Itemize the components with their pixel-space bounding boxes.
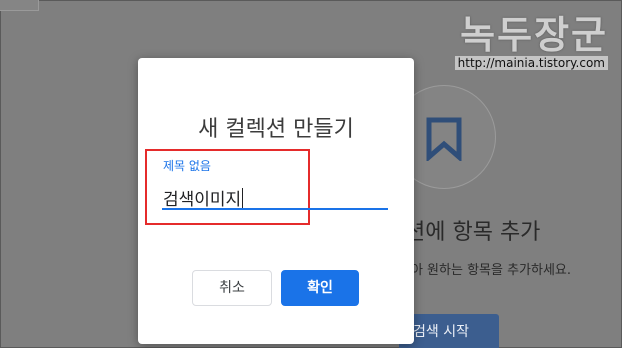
title-input-underline [162,208,388,210]
watermark-title: 녹두장군 [460,13,608,57]
corner-tab [0,0,39,11]
cancel-button[interactable]: 취소 [192,270,272,306]
background-heading: 션에 항목 추가 [405,220,541,245]
title-field-label: 제목 없음 [163,159,211,173]
new-collection-dialog: 새 컬렉션 만들기 제목 없음 검색이미지 취소 확인 [138,58,414,344]
background-description: 찾아 원하는 항목을 추가하세요. [399,263,572,278]
blog-watermark: 녹두장군 http://mainia.tistory.com [438,0,622,80]
confirm-button[interactable]: 확인 [281,270,359,306]
text-cursor [242,188,244,208]
dialog-title: 새 컬렉션 만들기 [198,117,354,142]
title-input-text: 검색이미지 [163,190,242,210]
title-input[interactable]: 검색이미지 [163,185,244,210]
watermark-url: http://mainia.tistory.com [454,56,608,70]
start-search-button[interactable]: 검색 시작 [399,314,499,348]
